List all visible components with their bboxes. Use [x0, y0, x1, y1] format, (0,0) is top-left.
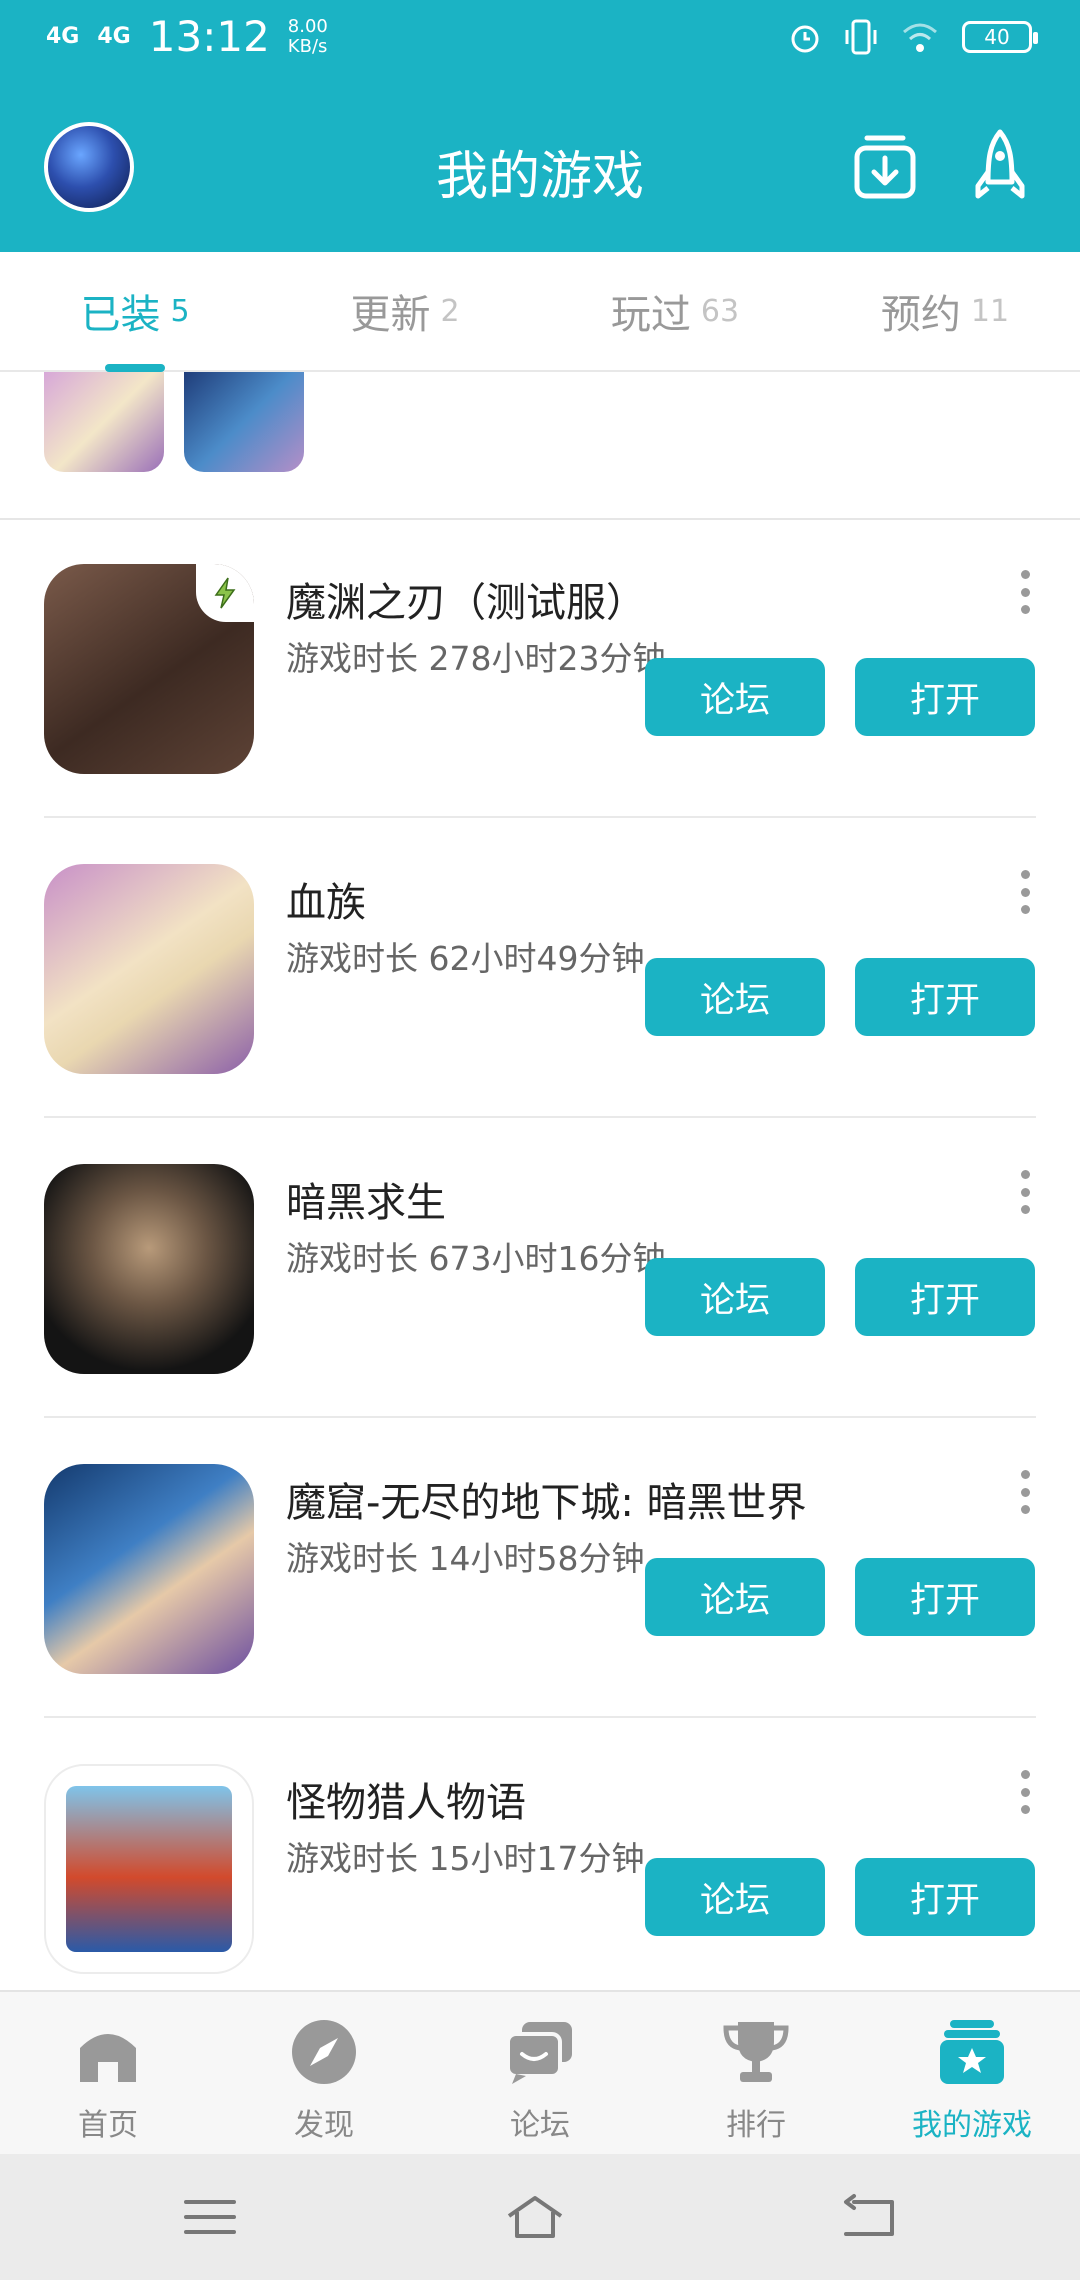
- open-button[interactable]: 打开: [855, 958, 1035, 1036]
- network-indicator-2: 4G: [97, 24, 131, 49]
- network-indicator-1: 4G: [46, 24, 80, 49]
- tab-label: 预约: [880, 292, 961, 338]
- tab-count: 5: [170, 293, 190, 329]
- more-options-icon[interactable]: [1018, 870, 1032, 914]
- nav-label: 论坛: [510, 2108, 570, 2143]
- tab-label: 更新: [350, 292, 431, 338]
- open-button[interactable]: 打开: [855, 1258, 1035, 1336]
- status-time: 13:12: [148, 12, 270, 61]
- rocket-icon[interactable]: [960, 126, 1040, 206]
- tab-label: 玩过: [610, 292, 691, 338]
- game-name: 魔渊之刃（测试服）: [286, 580, 646, 626]
- more-options-icon[interactable]: [1018, 1170, 1032, 1214]
- alarm-icon: [791, 25, 819, 53]
- compass-icon: [292, 2020, 356, 2084]
- game-row: 暗黑求生 游戏时长 673小时16分钟 论坛 打开: [0, 1120, 1080, 1418]
- tab-bar: 已装 5 更新 2 玩过 63 预约 11: [0, 252, 1080, 372]
- forum-button[interactable]: 论坛: [645, 958, 825, 1036]
- game-icon-xuezu[interactable]: [44, 864, 254, 1074]
- divider: [44, 1116, 1036, 1118]
- forum-button[interactable]: 论坛: [645, 1858, 825, 1936]
- more-options-icon[interactable]: [1018, 1470, 1032, 1514]
- forum-button[interactable]: 论坛: [645, 658, 825, 736]
- wifi-icon: [903, 23, 937, 52]
- game-row: 魔渊之刃（测试服） 游戏时长 278小时23分钟 论坛 打开: [0, 520, 1080, 818]
- trophy-icon: [723, 2022, 789, 2082]
- nav-home[interactable]: 首页: [0, 1992, 216, 2156]
- home-icon: [80, 2034, 136, 2082]
- divider: [44, 1716, 1036, 1718]
- game-name: 暗黑求生: [286, 1180, 446, 1226]
- game-icon-anhei[interactable]: [44, 1164, 254, 1374]
- game-name: 魔窟-无尽的地下城: 暗黑世界: [286, 1480, 807, 1526]
- download-manager-icon[interactable]: [845, 126, 925, 206]
- tab-played[interactable]: 玩过 63: [540, 252, 810, 370]
- nav-label: 我的游戏: [912, 2108, 1032, 2143]
- nav-label: 排行: [726, 2108, 786, 2143]
- my-games-icon: [940, 2020, 1004, 2084]
- menu-icon[interactable]: [180, 2192, 240, 2242]
- tab-installed[interactable]: 已装 5: [0, 252, 270, 372]
- forum-button[interactable]: 论坛: [645, 1558, 825, 1636]
- tab-count: 11: [970, 293, 1010, 329]
- game-name: 血族: [286, 880, 366, 926]
- recent-games-strip: [0, 372, 1080, 520]
- divider: [44, 816, 1036, 818]
- speed-value: 8.00: [287, 16, 328, 37]
- forum-button[interactable]: 论坛: [645, 1258, 825, 1336]
- home-button-icon[interactable]: [505, 2192, 565, 2242]
- nav-label: 首页: [78, 2108, 138, 2143]
- game-playtime: 游戏时长 14小时58分钟: [286, 1539, 645, 1578]
- tab-label: 已装: [80, 292, 161, 338]
- game-playtime: 游戏时长 62小时49分钟: [286, 939, 645, 978]
- game-playtime: 游戏时长 15小时17分钟: [286, 1839, 645, 1878]
- game-row: 怪物猎人物语 游戏时长 15小时17分钟 论坛 打开: [0, 1720, 1080, 2018]
- nav-discover[interactable]: 发现: [216, 1992, 432, 2156]
- nav-forum[interactable]: 论坛: [432, 1992, 648, 2156]
- nav-ranking[interactable]: 排行: [648, 1992, 864, 2156]
- system-navigation-bar: [0, 2154, 1080, 2280]
- back-icon[interactable]: [840, 2192, 900, 2242]
- tab-reserved[interactable]: 预约 11: [810, 252, 1080, 370]
- game-row: 血族 游戏时长 62小时49分钟 论坛 打开: [0, 820, 1080, 1118]
- tab-count: 2: [440, 293, 460, 329]
- nav-my-games[interactable]: 我的游戏: [864, 1992, 1080, 2156]
- open-button[interactable]: 打开: [855, 1558, 1035, 1636]
- game-name: 怪物猎人物语: [286, 1780, 526, 1826]
- boost-badge-icon: [196, 564, 254, 622]
- speed-unit: KB/s: [287, 36, 328, 57]
- open-button[interactable]: 打开: [855, 1858, 1035, 1936]
- network-speed: 8.00 KB/s: [288, 17, 328, 57]
- divider: [44, 1416, 1036, 1418]
- tab-count: 63: [700, 293, 740, 329]
- more-options-icon[interactable]: [1018, 1770, 1032, 1814]
- game-playtime: 游戏时长 278小时23分钟: [286, 639, 666, 678]
- game-playtime: 游戏时长 673小时16分钟: [286, 1239, 666, 1278]
- game-row: 魔窟-无尽的地下城: 暗黑世界 游戏时长 14小时58分钟 论坛 打开: [0, 1420, 1080, 1718]
- game-icon-moku[interactable]: [44, 1464, 254, 1674]
- tab-updates[interactable]: 更新 2: [270, 252, 540, 370]
- game-thumbnail[interactable]: [44, 372, 164, 472]
- vibrate-icon: [845, 19, 877, 55]
- status-bar: 4G 4G 13:12 8.00 KB/s 40: [0, 0, 1080, 84]
- more-options-icon[interactable]: [1018, 570, 1032, 614]
- battery-level: 40: [984, 25, 1010, 49]
- game-icon-monster-hunter[interactable]: [44, 1764, 254, 1974]
- battery-indicator: 40: [962, 21, 1038, 53]
- nav-label: 发现: [294, 2108, 354, 2143]
- open-button[interactable]: 打开: [855, 658, 1035, 736]
- chat-icon: [506, 2022, 572, 2084]
- bottom-navigation: 首页 发现 论坛 排行 我的游戏: [0, 1990, 1080, 2156]
- app-header: 我的游戏: [0, 84, 1080, 252]
- game-thumbnail[interactable]: [184, 372, 304, 472]
